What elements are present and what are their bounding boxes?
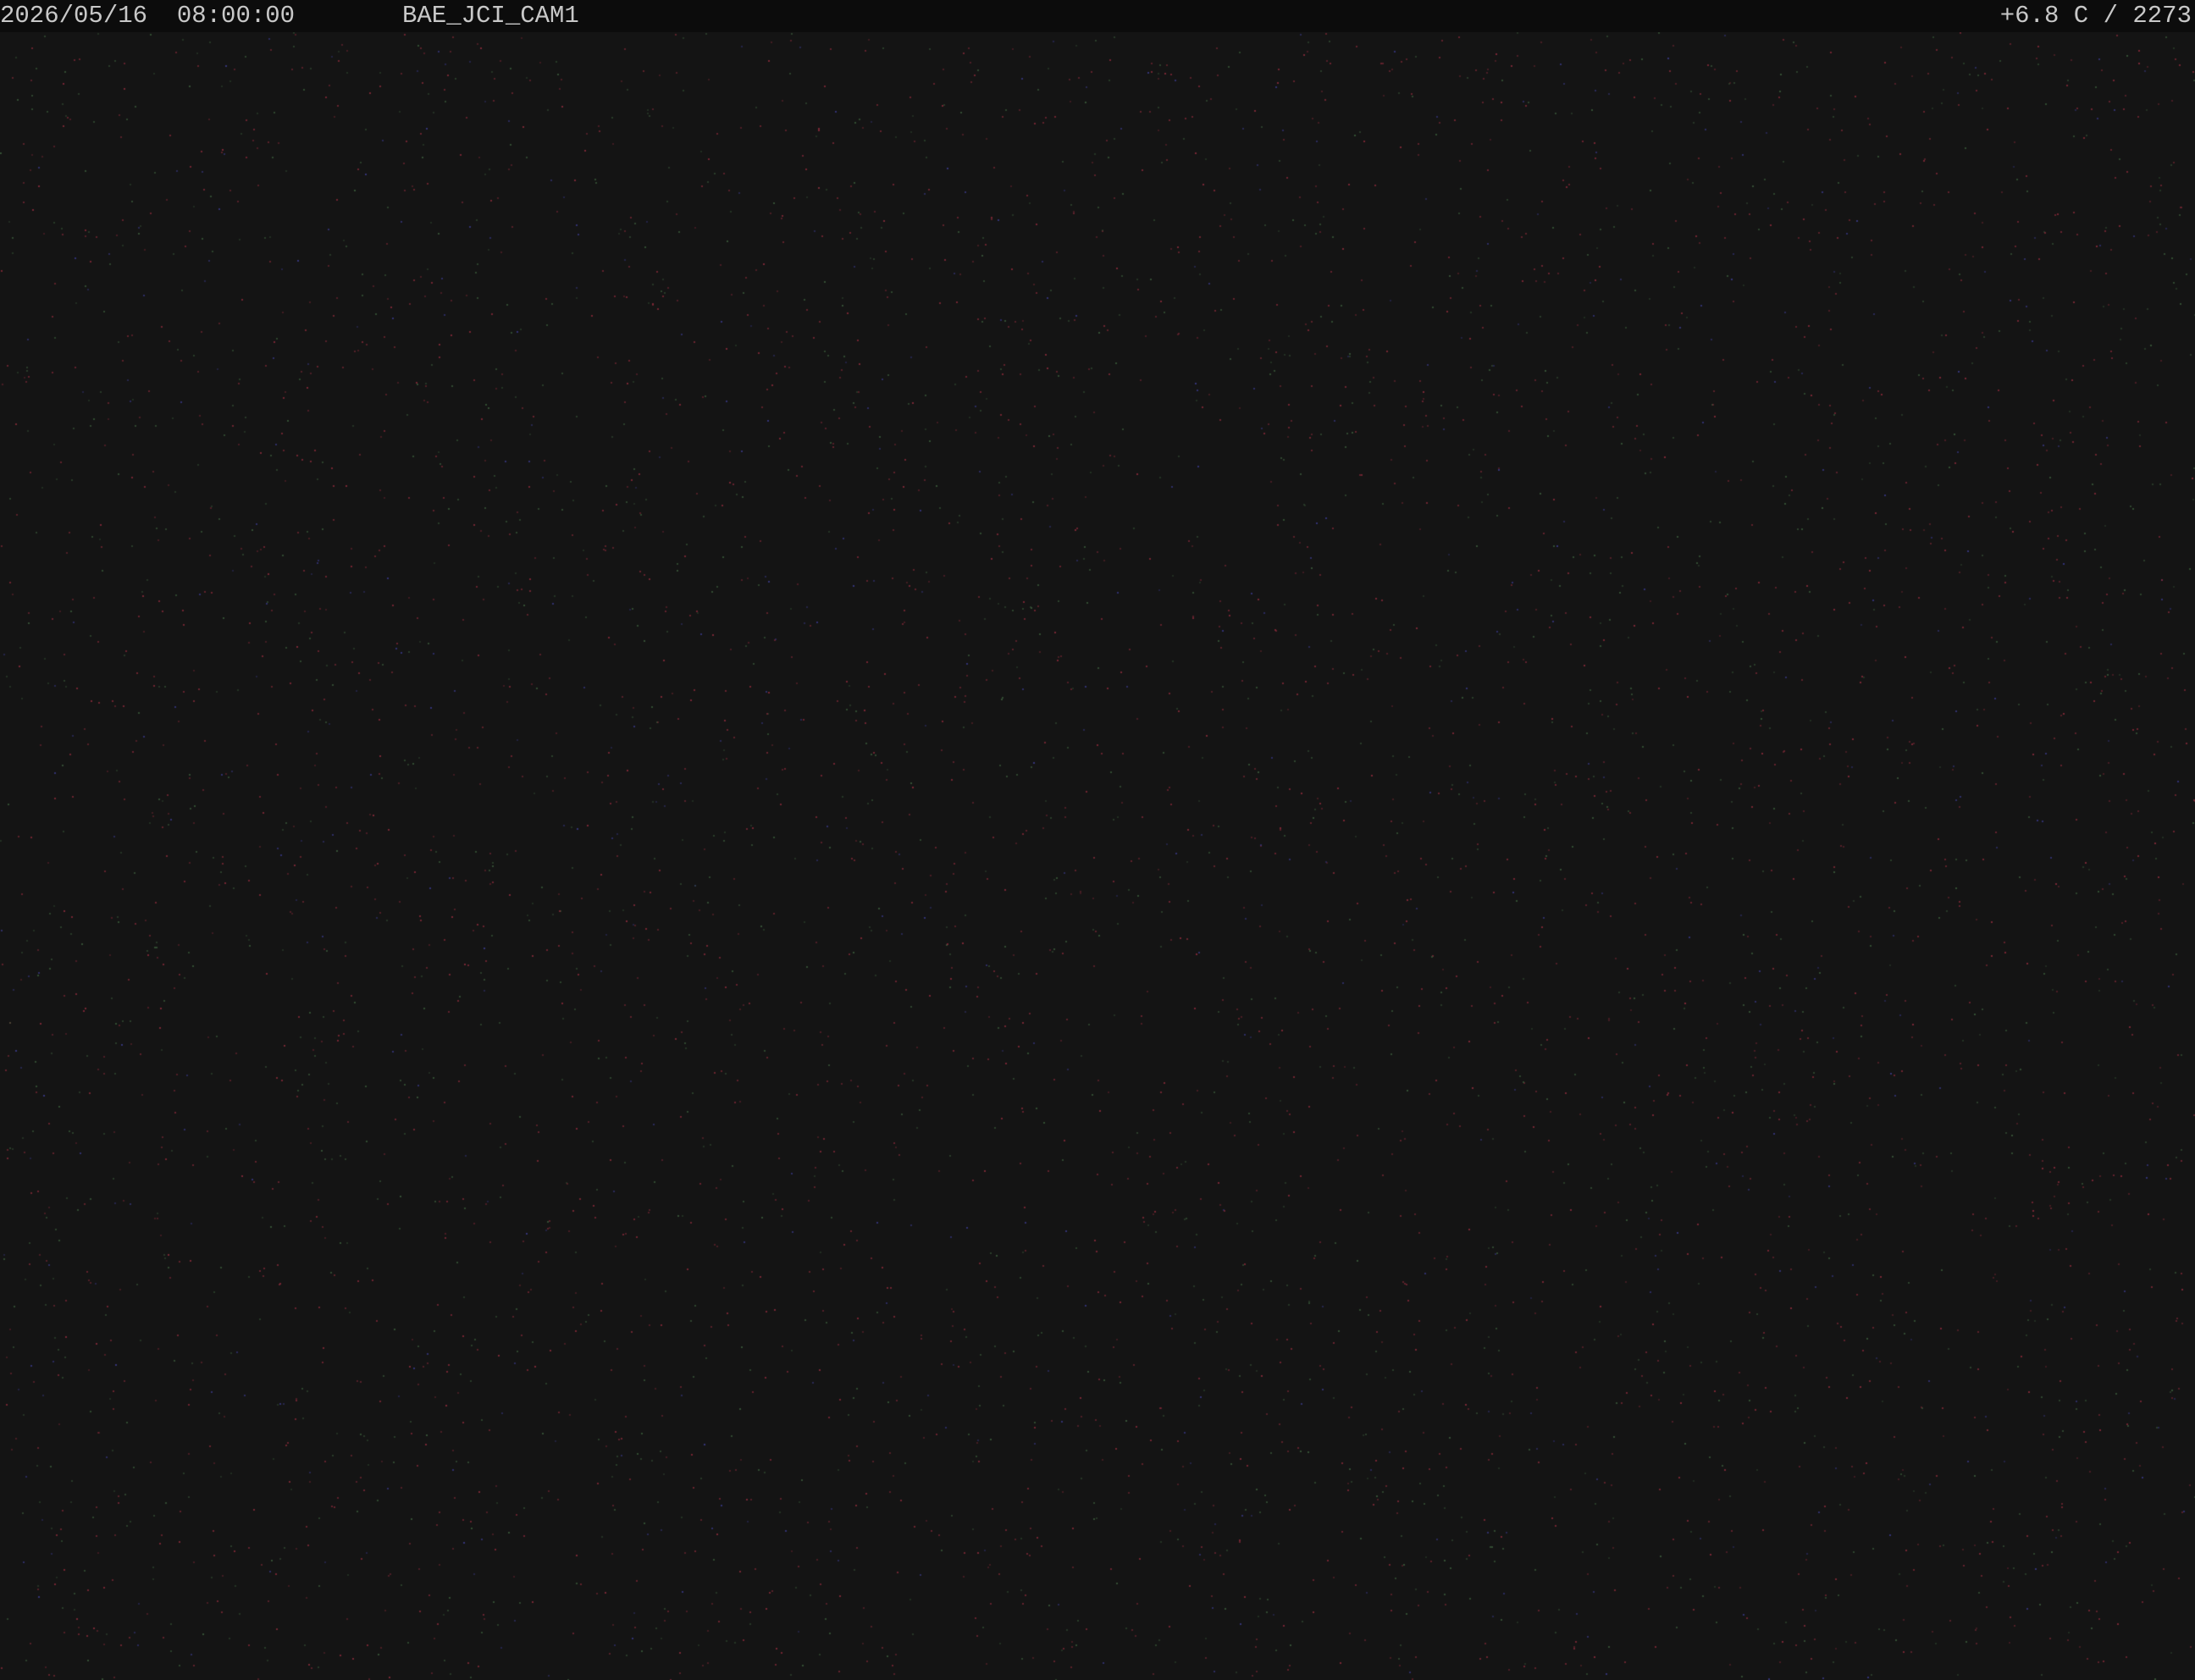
osd-temperature-readout: +6.8 C / 2273: [1999, 2, 2192, 30]
osd-datetime: 2026/05/16 08:00:00: [0, 2, 296, 30]
camera-frame: 2026/05/16 08:00:00 BAE_JCI_CAM1 +6.8 C …: [0, 0, 2195, 1680]
osd-camera-name: BAE_JCI_CAM1: [402, 2, 579, 30]
osd-overlay-bar: 2026/05/16 08:00:00 BAE_JCI_CAM1 +6.8 C …: [0, 0, 2195, 32]
sensor-noise-image: [0, 32, 2195, 1680]
